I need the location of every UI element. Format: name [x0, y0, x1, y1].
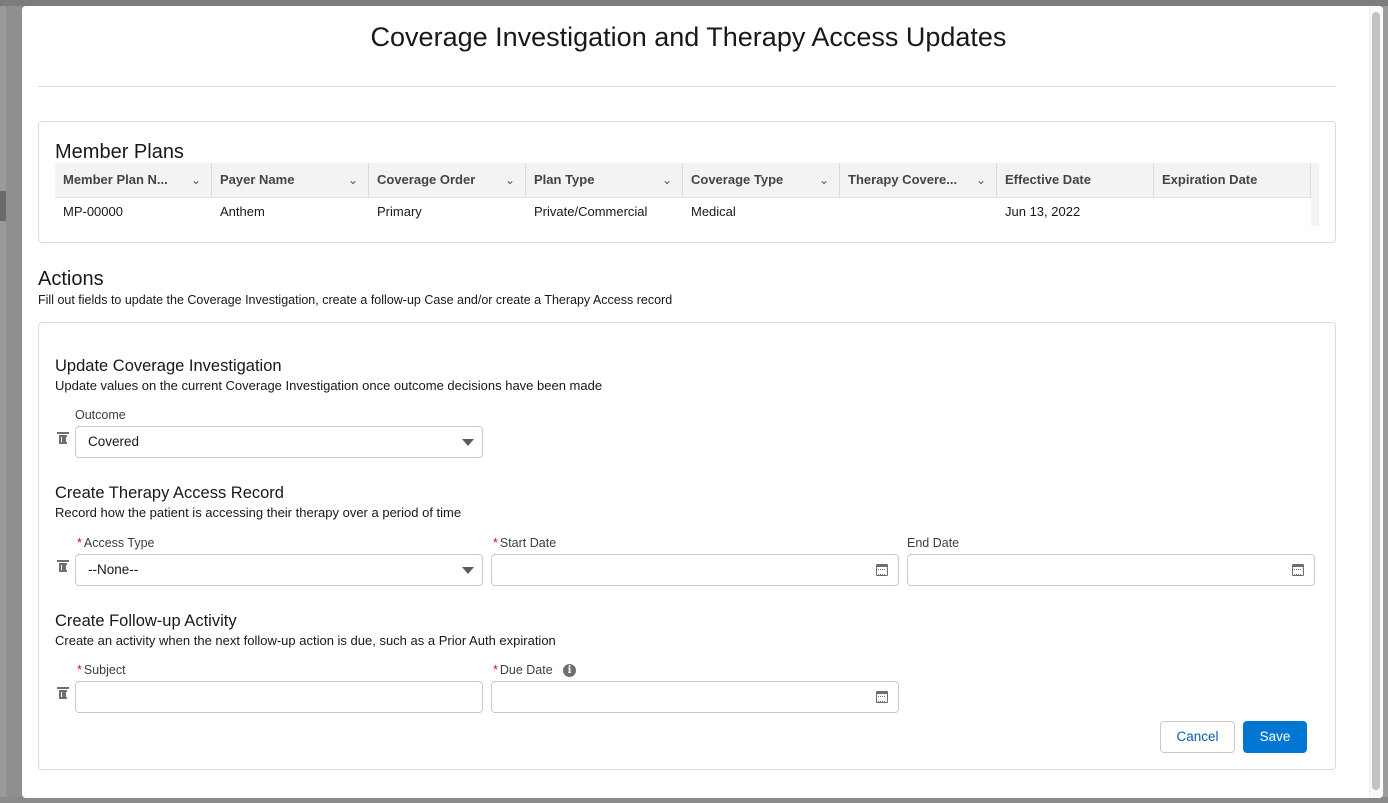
- subject-input[interactable]: [75, 681, 483, 713]
- access-type-select[interactable]: --None--: [75, 554, 483, 586]
- outcome-select[interactable]: Covered: [75, 426, 483, 458]
- column-header-effective-date[interactable]: Effective Date: [997, 163, 1154, 197]
- chevron-down-icon[interactable]: ⌄: [819, 163, 829, 197]
- cell-therapy-covered: [840, 198, 997, 226]
- column-header-expiration-date[interactable]: Expiration Date: [1154, 163, 1311, 197]
- calendar-icon[interactable]: [876, 564, 888, 576]
- required-marker: *: [77, 536, 82, 550]
- caret-down-icon: [462, 439, 474, 446]
- chevron-down-icon[interactable]: ⌄: [976, 163, 986, 197]
- therapy-access-description: Record how the patient is accessing thei…: [55, 505, 462, 520]
- modal-scrollbar[interactable]: [1369, 6, 1383, 798]
- therapy-access-heading: Create Therapy Access Record: [55, 484, 284, 502]
- column-header-plan-type[interactable]: Plan Type ⌄: [526, 163, 683, 197]
- info-icon[interactable]: i: [563, 664, 576, 677]
- start-date-label: * Start Date: [493, 536, 557, 550]
- actions-heading: Actions: [38, 268, 104, 290]
- chevron-down-icon[interactable]: ⌄: [505, 163, 515, 197]
- cell-expiration-date: [1154, 198, 1311, 226]
- chevron-down-icon[interactable]: ⌄: [191, 163, 201, 197]
- update-ci-description: Update values on the current Coverage In…: [55, 378, 603, 393]
- access-type-label: * Access Type: [77, 536, 155, 550]
- update-ci-heading: Update Coverage Investigation: [55, 357, 282, 375]
- calendar-icon[interactable]: [1292, 564, 1304, 576]
- cell-payer-name: Anthem: [220, 204, 265, 219]
- cell-coverage-type: Medical: [691, 204, 736, 219]
- save-button[interactable]: Save: [1243, 721, 1307, 753]
- trash-icon[interactable]: [57, 687, 69, 699]
- modal-dialog: Coverage Investigation and Therapy Acces…: [22, 6, 1383, 798]
- end-date-label: End Date: [907, 536, 960, 550]
- actions-card: Update Coverage Investigation Update val…: [38, 322, 1336, 770]
- background-left-panel: [0, 6, 6, 803]
- actions-description: Fill out fields to update the Coverage I…: [38, 293, 673, 307]
- follow-up-description: Create an activity when the next follow-…: [55, 633, 556, 648]
- trash-icon[interactable]: [57, 432, 69, 444]
- title-divider: [38, 86, 1336, 87]
- chevron-down-icon[interactable]: ⌄: [348, 163, 358, 197]
- subject-label: * Subject: [77, 663, 126, 677]
- follow-up-heading: Create Follow-up Activity: [55, 612, 237, 630]
- cell-member-plan-name: MP-00000: [63, 204, 123, 219]
- scrollbar-thumb[interactable]: [1372, 12, 1380, 790]
- required-marker: *: [493, 536, 498, 550]
- required-marker: *: [493, 663, 498, 677]
- table-row[interactable]: MP-00000 Anthem Primary Private/Commerci…: [55, 197, 1311, 226]
- due-date-label: * Due Date: [493, 663, 553, 677]
- column-header-coverage-type[interactable]: Coverage Type ⌄: [683, 163, 840, 197]
- cell-effective-date: Jun 13, 2022: [1005, 204, 1081, 219]
- cell-coverage-order: Primary: [377, 204, 422, 219]
- start-date-input[interactable]: [491, 554, 899, 586]
- outcome-label: Outcome: [75, 408, 126, 422]
- trash-icon[interactable]: [57, 560, 69, 572]
- cell-plan-type: Private/Commercial: [534, 204, 648, 219]
- cancel-button[interactable]: Cancel: [1160, 721, 1235, 753]
- caret-down-icon: [462, 567, 474, 574]
- due-date-input[interactable]: [491, 681, 899, 713]
- calendar-icon[interactable]: [876, 691, 888, 703]
- column-header-payer-name[interactable]: Payer Name ⌄: [212, 163, 369, 197]
- member-plans-table: Member Plan N... ⌄ Payer Name ⌄ Coverage O…: [55, 163, 1319, 226]
- chevron-down-icon[interactable]: ⌄: [662, 163, 672, 197]
- member-plans-heading: Member Plans: [55, 141, 184, 163]
- end-date-input[interactable]: [907, 554, 1315, 586]
- member-plans-card: Member Plans Member Plan N... ⌄ Payer Nam…: [38, 121, 1336, 243]
- column-header-coverage-order[interactable]: Coverage Order ⌄: [369, 163, 526, 197]
- column-header-member-plan-name[interactable]: Member Plan N... ⌄: [55, 163, 212, 197]
- modal-title: Coverage Investigation and Therapy Acces…: [370, 22, 1007, 52]
- table-header-row: Member Plan N... ⌄ Payer Name ⌄ Coverage O…: [55, 163, 1311, 197]
- required-marker: *: [77, 663, 82, 677]
- column-header-therapy-covered[interactable]: Therapy Covere... ⌄: [840, 163, 997, 197]
